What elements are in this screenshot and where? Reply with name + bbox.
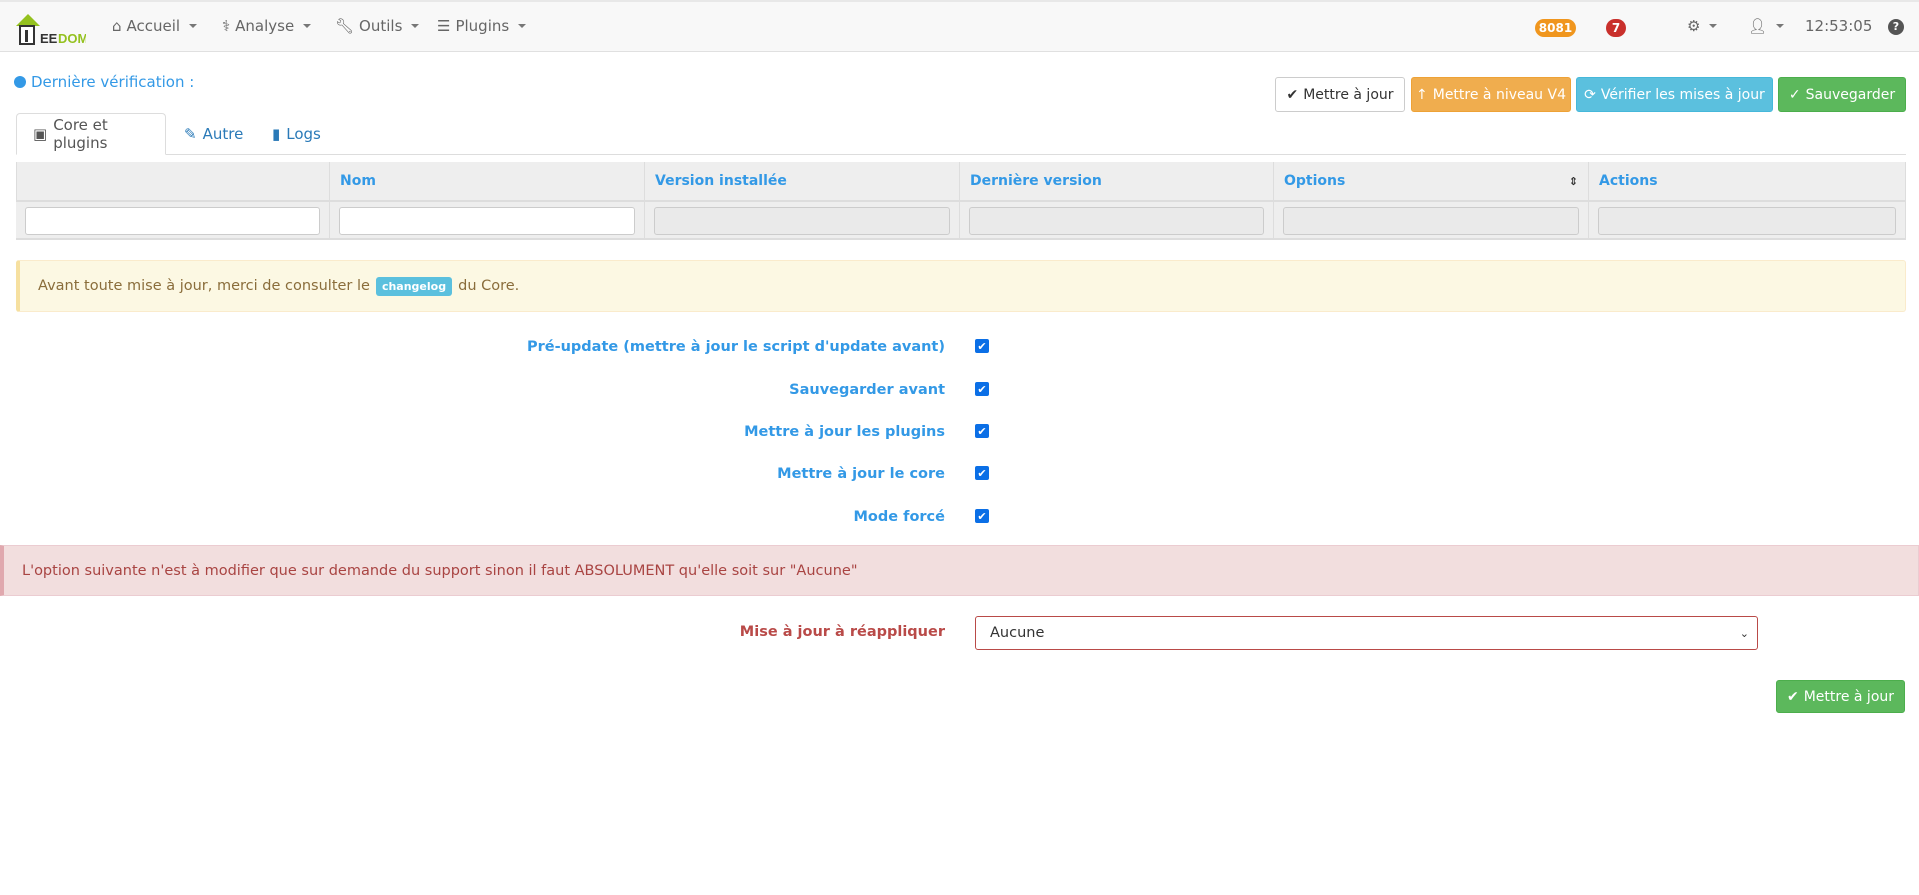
- last-check: Dernière vérification :: [14, 73, 194, 91]
- check-updates-button[interactable]: ⟳ Vérifier les mises à jour: [1576, 77, 1773, 112]
- filter-select-input[interactable]: [25, 207, 320, 235]
- col-header-options[interactable]: Options ⇕: [1274, 162, 1589, 200]
- option-backup-label: Sauvegarder avant: [789, 382, 945, 398]
- clock-time: 12:53:05: [1805, 17, 1873, 35]
- option-core-label: Mettre à jour le core: [777, 466, 945, 482]
- update-button[interactable]: ✔ Mettre à jour: [1275, 77, 1405, 112]
- reapply-select[interactable]: Aucune ⌄: [975, 616, 1758, 650]
- filter-version-input: [654, 207, 950, 235]
- col-header-actions: Actions: [1589, 162, 1906, 200]
- caret-down-icon: [303, 24, 312, 28]
- apply-update-button[interactable]: ✔ Mettre à jour: [1776, 680, 1905, 713]
- filter-options-input: [1283, 207, 1579, 235]
- alerts-badge[interactable]: 7: [1606, 19, 1626, 37]
- nav-analyse[interactable]: ⚕ Analyse: [222, 17, 312, 35]
- option-pre-update-checkbox[interactable]: ✔: [975, 339, 989, 353]
- col-header-nom[interactable]: Nom: [330, 162, 645, 200]
- archive-icon: ▣: [33, 125, 48, 143]
- option-pre-update-label: Pré-update (mettre à jour le script d'up…: [526, 339, 945, 355]
- option-plugins-checkbox[interactable]: ✔: [975, 424, 989, 438]
- support-danger-alert: L'option suivante n'est à modifier que s…: [0, 545, 1919, 596]
- caret-down-icon: [411, 24, 420, 28]
- nav-outils[interactable]: 🔧︎ Outils: [335, 17, 420, 35]
- save-button[interactable]: ✓ Sauvegarder: [1778, 77, 1906, 112]
- filter-actions-input: [1598, 207, 1896, 235]
- user-menu[interactable]: 👤︎: [1748, 17, 1785, 35]
- check-circle-icon: ✓: [1788, 86, 1801, 103]
- changelog-link[interactable]: changelog: [375, 276, 453, 296]
- file-icon: ▮: [272, 125, 281, 143]
- wrench-icon: 🔧︎: [335, 17, 355, 35]
- messages-badge[interactable]: 8081: [1535, 19, 1576, 37]
- settings-menu[interactable]: ⚙: [1687, 17, 1718, 35]
- check-icon: ✔: [1786, 688, 1799, 705]
- caret-down-icon: [1776, 24, 1785, 28]
- tab-autre[interactable]: ✎ Autre: [168, 113, 259, 155]
- jeedom-logo[interactable]: EE DOM: [14, 10, 88, 46]
- svg-text:EE: EE: [40, 31, 58, 46]
- svg-text:DOM: DOM: [58, 31, 86, 46]
- caret-down-icon: [189, 24, 198, 28]
- caret-down-icon: [1709, 24, 1718, 28]
- option-forced-label: Mode forcé: [853, 509, 945, 525]
- chevron-down-icon: ⌄: [1739, 626, 1749, 640]
- nav-plugins[interactable]: ☰ Plugins: [437, 17, 527, 35]
- user-icon: 👤︎: [1748, 17, 1768, 35]
- arrow-up-icon: ↑: [1416, 86, 1428, 103]
- tasks-icon: ☰: [437, 17, 451, 35]
- filter-latest-input: [969, 207, 1264, 235]
- refresh-icon: ⟳: [1584, 86, 1596, 103]
- sort-icon: ⇕: [1568, 174, 1578, 188]
- option-backup-checkbox[interactable]: ✔: [975, 382, 989, 396]
- tab-logs[interactable]: ▮ Logs: [256, 113, 337, 155]
- feather-icon: ✎: [184, 125, 197, 143]
- check-icon: ✔: [1286, 86, 1299, 103]
- help-icon[interactable]: ?: [1888, 19, 1904, 35]
- col-header-select: [16, 162, 330, 200]
- col-header-version-installee[interactable]: Version installée: [645, 162, 960, 200]
- changelog-warning: Avant toute mise à jour, merci de consul…: [16, 260, 1906, 312]
- option-forced-checkbox[interactable]: ✔: [975, 509, 989, 523]
- home-icon: ⌂: [112, 17, 122, 35]
- reapply-label: Mise à jour à réappliquer: [739, 624, 945, 640]
- caret-down-icon: [518, 24, 527, 28]
- option-plugins-label: Mettre à jour les plugins: [744, 424, 945, 440]
- option-core-checkbox[interactable]: ✔: [975, 466, 989, 480]
- filter-nom-input[interactable]: [339, 207, 635, 235]
- stethoscope-icon: ⚕: [222, 17, 231, 35]
- col-header-derniere-version[interactable]: Dernière version: [960, 162, 1274, 200]
- gears-icon: ⚙: [1687, 17, 1701, 35]
- upgrade-v4-button[interactable]: ↑ Mettre à niveau V4: [1411, 77, 1571, 112]
- nav-accueil[interactable]: ⌂ Accueil: [112, 17, 198, 35]
- navbar: EE DOM ⌂ Accueil ⚕ Analyse 🔧︎ Outils ☰ Plugin…: [0, 0, 1919, 52]
- clock-icon: [14, 76, 26, 88]
- tab-core-plugins[interactable]: ▣ Core et plugins: [16, 113, 166, 155]
